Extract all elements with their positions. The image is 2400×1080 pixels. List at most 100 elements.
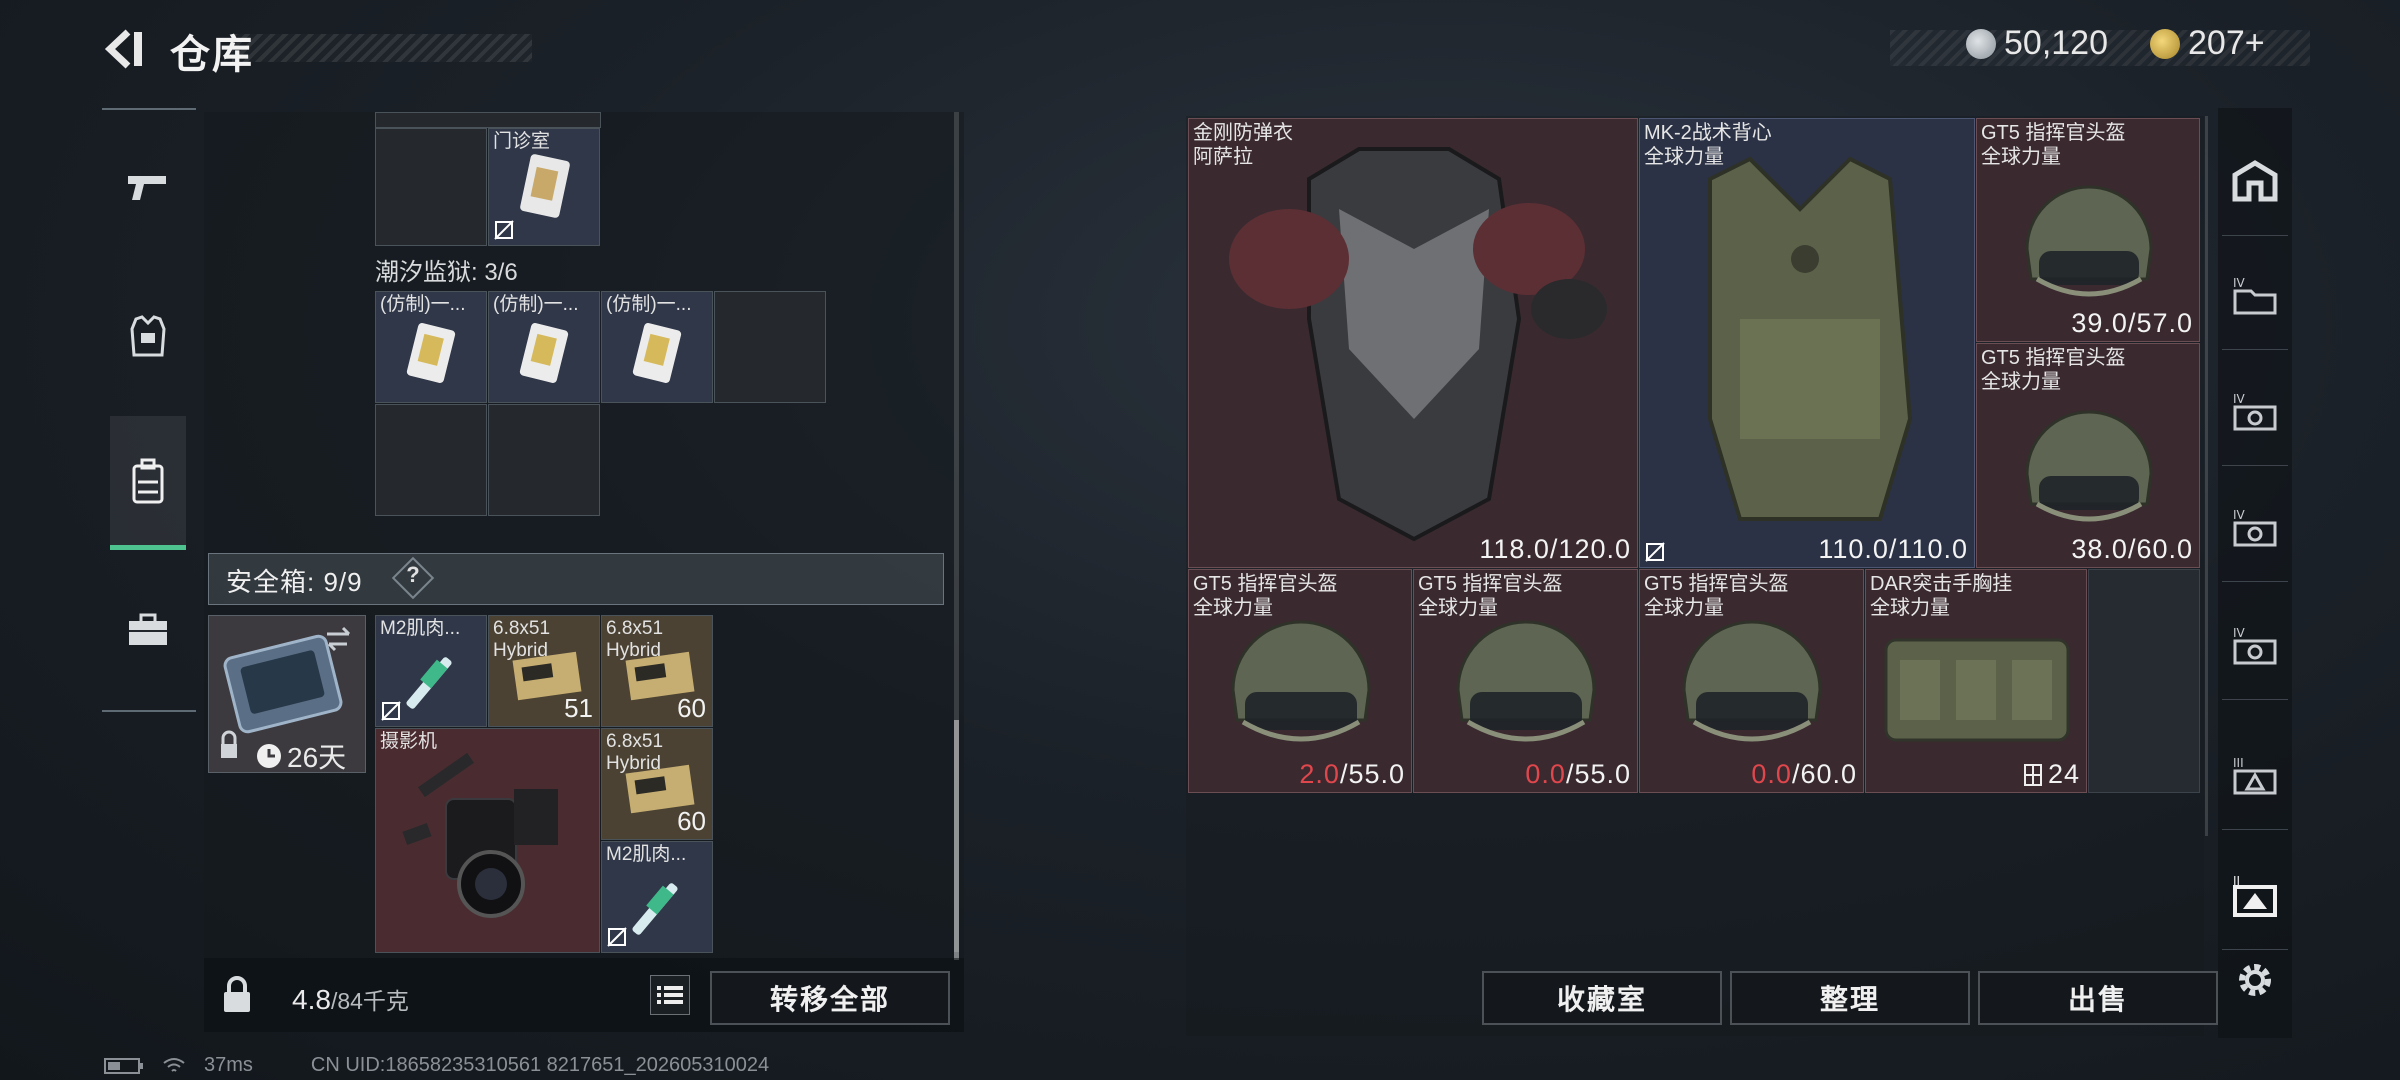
nav-camera-iv-2[interactable]: IV <box>2222 472 2288 582</box>
nav-firearms[interactable] <box>110 140 186 236</box>
gold-currency[interactable]: 207+ <box>2150 24 2265 63</box>
toolbox-icon <box>129 613 167 645</box>
item-m2-stim-1[interactable]: M2肌肉... <box>375 615 487 727</box>
nav-home[interactable] <box>2222 126 2288 236</box>
slot-count-text: 24 <box>2047 759 2080 789</box>
durability: 39.0/57.0 <box>2071 308 2193 338</box>
item-label: 6.8x51 Hybrid <box>606 618 664 661</box>
empty-slot[interactable] <box>375 404 487 516</box>
status-bar: 37ms CN UID:18658235310561 8217651_20260… <box>104 1054 769 1077</box>
camera-iv-icon: IV <box>2233 626 2277 664</box>
wifi-icon <box>163 1057 185 1072</box>
durability: 110.0/110.0 <box>1818 534 1968 564</box>
svg-text:IV: IV <box>2233 392 2246 406</box>
item-helmet-2[interactable]: GT5 指挥官头盔 全球力量 38.0/60.0 <box>1976 343 2200 568</box>
grid-top-edge <box>375 112 601 128</box>
durability-current: 0.0 <box>1525 759 1566 789</box>
svg-text:IV: IV <box>2233 626 2246 640</box>
settings-button[interactable] <box>2222 925 2288 1035</box>
help-mark: ? <box>406 562 420 587</box>
silver-currency[interactable]: 50,120 <box>1966 24 2108 63</box>
nav-triangle-iii[interactable]: III <box>2222 720 2288 830</box>
armor-vest-icon <box>130 315 166 357</box>
backpack-icon <box>132 458 164 503</box>
sell-button[interactable]: 出售 <box>1978 971 2218 1025</box>
item-ammo-3[interactable]: 6.8x51 Hybrid 60 <box>601 728 713 840</box>
no-insure-icon <box>1645 542 1665 562</box>
list-icon <box>657 986 683 1004</box>
empty-slot[interactable] <box>2088 569 2200 793</box>
svg-text:III: III <box>2233 756 2244 770</box>
grid-slots-icon <box>2023 763 2042 786</box>
item-chest-rig[interactable]: DAR突击手胸挂 全球力量 24 <box>1865 569 2087 793</box>
item-count: 60 <box>677 806 706 836</box>
item-label: (仿制)一... <box>493 294 579 315</box>
empty-slot[interactable] <box>375 128 487 246</box>
weight-readout: 4.8/84千克 <box>292 982 409 1016</box>
durability: 38.0/60.0 <box>2071 534 2193 564</box>
case-days-text: 26天 <box>287 742 347 773</box>
item-ammo-2[interactable]: 6.8x51 Hybrid 60 <box>601 615 713 727</box>
durability-max: /55.0 <box>1565 759 1631 789</box>
tactical-vest-icon <box>1708 156 1913 521</box>
item-tactical-vest[interactable]: MK-2战术背心 全球力量 110.0/110.0 <box>1639 118 1975 568</box>
sort-button[interactable]: 整理 <box>1730 971 1970 1025</box>
gold-amount: 207+ <box>2188 24 2265 62</box>
no-insure-icon <box>494 220 514 240</box>
durability-current: 0.0 <box>1751 759 1792 789</box>
item-helmet-5[interactable]: GT5 指挥官头盔 全球力量 0.0/60.0 <box>1639 569 1864 793</box>
armor-vest-icon <box>1229 147 1607 542</box>
gold-coin-icon <box>2150 28 2180 59</box>
nav-folder-iv[interactable]: IV <box>2222 240 2288 350</box>
nav-toolbox[interactable] <box>110 582 186 678</box>
section-prison: 潮汐监狱: 3/6 <box>375 259 518 286</box>
item-camera[interactable]: 摄影机 <box>375 728 600 953</box>
item-fake-card-2[interactable]: (仿制)一... <box>488 291 600 403</box>
durability: 118.0/120.0 <box>1479 534 1631 564</box>
nav-backpack[interactable] <box>110 416 186 550</box>
durability: 0.0/60.0 <box>1751 759 1857 790</box>
triangle-iii-icon: III <box>2233 756 2277 794</box>
item-fake-card-1[interactable]: (仿制)一... <box>375 291 487 403</box>
no-insure-icon <box>607 927 627 947</box>
back-button[interactable] <box>100 28 150 70</box>
nav-camera-iv-1[interactable]: IV <box>2222 356 2288 466</box>
silver-amount: 50,120 <box>2004 24 2108 62</box>
gear-icon <box>2239 964 2271 996</box>
empty-slot[interactable] <box>714 291 826 403</box>
camera-icon <box>402 752 558 918</box>
item-label: 门诊室 <box>493 131 551 152</box>
vault-button[interactable]: 收藏室 <box>1482 971 1722 1025</box>
item-armor-vest[interactable]: 金刚防弹衣 阿萨拉 118.0/120.0 <box>1188 118 1638 568</box>
left-scrollbar-thumb[interactable] <box>954 720 959 960</box>
nav-camera-iv-3[interactable]: IV <box>2222 590 2288 700</box>
durability: 0.0/55.0 <box>1525 759 1631 790</box>
item-ammo-1[interactable]: 6.8x51 Hybrid 51 <box>488 615 600 727</box>
transfer-all-button[interactable]: 转移全部 <box>710 971 950 1025</box>
item-helmet-4[interactable]: GT5 指挥官头盔 全球力量 0.0/55.0 <box>1413 569 1638 793</box>
item-m2-stim-2[interactable]: M2肌肉... <box>601 841 713 953</box>
list-view-button[interactable] <box>650 975 690 1015</box>
durability-max: /60.0 <box>1791 759 1857 789</box>
frame-ii-icon: II <box>2233 874 2277 917</box>
item-helmet-1[interactable]: GT5 指挥官头盔 全球力量 39.0/57.0 <box>1976 118 2200 342</box>
item-helmet-3[interactable]: GT5 指挥官头盔 全球力量 2.0/55.0 <box>1188 569 1412 793</box>
item-fake-card-3[interactable]: (仿制)一... <box>601 291 713 403</box>
camera-iv-icon: IV <box>2233 508 2277 546</box>
weight-max: /84千克 <box>330 988 409 1014</box>
lock-icon[interactable] <box>218 976 256 1014</box>
slot-count: 24 <box>2023 759 2080 790</box>
silver-coin-icon <box>1966 28 1996 59</box>
durability-max: /55.0 <box>1339 759 1405 789</box>
weight-current: 4.8 <box>292 984 331 1015</box>
clock-icon <box>257 744 281 768</box>
item-keycard[interactable]: 门诊室 <box>488 128 600 246</box>
empty-slot[interactable] <box>488 404 600 516</box>
svg-text:IV: IV <box>2233 276 2246 290</box>
home-icon <box>2232 159 2278 201</box>
right-scrollbar[interactable] <box>2205 116 2208 836</box>
item-count: 60 <box>677 693 706 723</box>
durability: 2.0/55.0 <box>1299 759 1405 790</box>
item-label: 6.8x51 Hybrid <box>606 731 664 774</box>
nav-armor[interactable] <box>110 288 186 384</box>
